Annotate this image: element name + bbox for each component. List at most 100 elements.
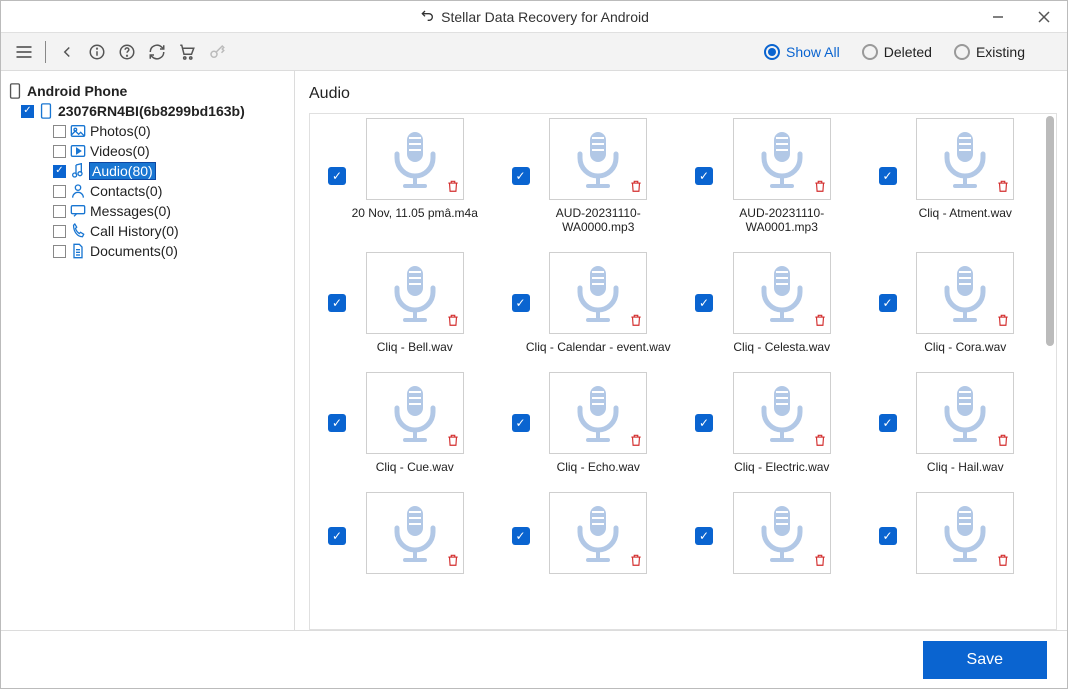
file-checkbox[interactable]	[879, 527, 897, 545]
file-cell[interactable]: Cliq - Bell.wav	[310, 252, 488, 354]
file-cell[interactable]: Cliq - Celesta.wav	[677, 252, 855, 354]
info-icon[interactable]	[86, 41, 108, 63]
file-cell[interactable]: Cliq - Atment.wav	[861, 118, 1039, 234]
app-title: Stellar Data Recovery for Android	[441, 9, 649, 25]
image-icon	[70, 123, 86, 139]
file-cell[interactable]: Cliq - Cora.wav	[861, 252, 1039, 354]
sidebar-item-message[interactable]: Messages(0)	[7, 201, 288, 221]
file-checkbox[interactable]	[512, 414, 530, 432]
filter-show-all[interactable]: Show All	[764, 44, 840, 60]
phone-icon	[38, 103, 54, 119]
grid-scroll[interactable]: 20 Nov, 11.05 pmâ.m4a AUD-20231110-WA000…	[309, 113, 1057, 630]
file-checkbox[interactable]	[695, 294, 713, 312]
microphone-icon	[933, 126, 997, 193]
file-cell[interactable]: Cliq - Cue.wav	[310, 372, 488, 474]
file-cell[interactable]: 20 Nov, 11.05 pmâ.m4a	[310, 118, 488, 234]
doc-icon	[70, 243, 86, 259]
tree-device[interactable]: 23076RN4BI(6b8299bd163b)	[7, 101, 288, 121]
call-icon	[70, 223, 86, 239]
key-icon[interactable]	[206, 41, 228, 63]
file-cell[interactable]: AUD-20231110-WA0001.mp3	[677, 118, 855, 234]
file-cell[interactable]	[861, 492, 1039, 580]
file-checkbox[interactable]	[512, 167, 530, 185]
file-checkbox[interactable]	[328, 294, 346, 312]
filter-deleted[interactable]: Deleted	[862, 44, 932, 60]
close-button[interactable]	[1021, 1, 1067, 33]
file-checkbox[interactable]	[328, 167, 346, 185]
item-label: Videos(0)	[90, 143, 150, 159]
file-cell[interactable]	[310, 492, 488, 580]
sidebar-item-doc[interactable]: Documents(0)	[7, 241, 288, 261]
scrollbar[interactable]	[1046, 116, 1054, 346]
titlebar: Stellar Data Recovery for Android	[1, 1, 1067, 33]
item-checkbox[interactable]	[53, 145, 66, 158]
file-thumbnail[interactable]	[549, 492, 647, 574]
save-button[interactable]: Save	[923, 641, 1047, 679]
item-checkbox[interactable]	[53, 245, 66, 258]
file-thumbnail[interactable]	[733, 118, 831, 200]
filter-label: Existing	[976, 44, 1025, 60]
file-thumbnail[interactable]	[549, 118, 647, 200]
help-icon[interactable]	[116, 41, 138, 63]
minimize-button[interactable]	[975, 1, 1021, 33]
file-checkbox[interactable]	[695, 167, 713, 185]
file-cell[interactable]: Cliq - Calendar - event.wav	[494, 252, 672, 354]
microphone-icon	[933, 260, 997, 327]
file-thumbnail[interactable]	[733, 252, 831, 334]
item-label: Contacts(0)	[90, 183, 162, 199]
sidebar-item-music[interactable]: Audio(80)	[7, 161, 288, 181]
tree-root[interactable]: Android Phone	[7, 81, 288, 101]
item-checkbox[interactable]	[53, 205, 66, 218]
file-thumbnail[interactable]	[916, 118, 1014, 200]
file-cell[interactable]: Cliq - Electric.wav	[677, 372, 855, 474]
refresh-icon[interactable]	[146, 41, 168, 63]
sidebar-item-video[interactable]: Videos(0)	[7, 141, 288, 161]
file-checkbox[interactable]	[879, 167, 897, 185]
file-checkbox[interactable]	[512, 527, 530, 545]
file-cell[interactable]: AUD-20231110-WA0000.mp3	[494, 118, 672, 234]
trash-icon	[446, 179, 460, 196]
file-thumbnail[interactable]	[549, 372, 647, 454]
item-checkbox[interactable]	[53, 225, 66, 238]
video-icon	[70, 143, 86, 159]
file-thumbnail[interactable]	[733, 492, 831, 574]
nav-back-icon[interactable]	[56, 41, 78, 63]
file-thumbnail[interactable]	[549, 252, 647, 334]
file-checkbox[interactable]	[328, 527, 346, 545]
microphone-icon	[933, 500, 997, 567]
file-checkbox[interactable]	[328, 414, 346, 432]
file-thumbnail[interactable]	[366, 372, 464, 454]
file-cell[interactable]: Cliq - Hail.wav	[861, 372, 1039, 474]
file-thumbnail[interactable]	[916, 252, 1014, 334]
file-checkbox[interactable]	[695, 414, 713, 432]
file-cell[interactable]	[494, 492, 672, 580]
item-checkbox[interactable]	[53, 165, 66, 178]
item-checkbox[interactable]	[53, 185, 66, 198]
filter-existing[interactable]: Existing	[954, 44, 1025, 60]
file-checkbox[interactable]	[695, 527, 713, 545]
file-thumbnail[interactable]	[916, 372, 1014, 454]
file-cell[interactable]	[677, 492, 855, 580]
file-thumbnail[interactable]	[366, 252, 464, 334]
trash-icon	[813, 553, 827, 570]
cart-icon[interactable]	[176, 41, 198, 63]
file-thumbnail[interactable]	[366, 118, 464, 200]
sidebar-item-contact[interactable]: Contacts(0)	[7, 181, 288, 201]
file-thumbnail[interactable]	[916, 492, 1014, 574]
menu-icon[interactable]	[13, 41, 35, 63]
file-checkbox[interactable]	[879, 414, 897, 432]
trash-icon	[629, 313, 643, 330]
microphone-icon	[383, 260, 447, 327]
item-checkbox[interactable]	[53, 125, 66, 138]
trash-icon	[996, 433, 1010, 450]
file-checkbox[interactable]	[879, 294, 897, 312]
sidebar-item-image[interactable]: Photos(0)	[7, 121, 288, 141]
item-label: Call History(0)	[90, 223, 179, 239]
file-thumbnail[interactable]	[733, 372, 831, 454]
trash-icon	[629, 179, 643, 196]
device-checkbox[interactable]	[21, 105, 34, 118]
sidebar-item-call[interactable]: Call History(0)	[7, 221, 288, 241]
file-thumbnail[interactable]	[366, 492, 464, 574]
file-cell[interactable]: Cliq - Echo.wav	[494, 372, 672, 474]
file-checkbox[interactable]	[512, 294, 530, 312]
